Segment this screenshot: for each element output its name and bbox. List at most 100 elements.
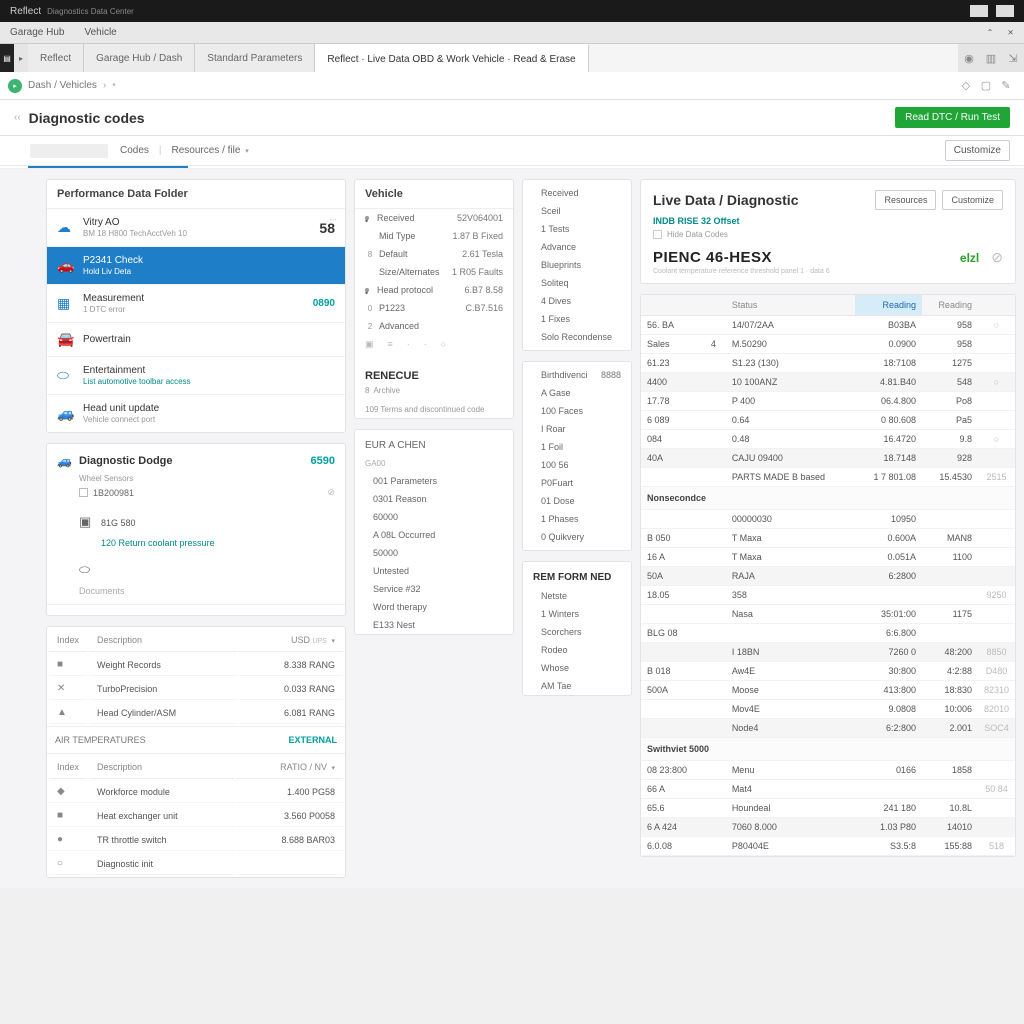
table-row[interactable]: 500AMoose413:80018:83082310 bbox=[641, 681, 1015, 700]
table-row[interactable]: 56. BA14/07/2AAB03BA958○ bbox=[641, 316, 1015, 335]
export-icon[interactable]: ⇲ bbox=[1002, 44, 1024, 72]
window-max-icon[interactable] bbox=[996, 5, 1014, 17]
menu-vehicle[interactable]: Vehicle bbox=[84, 27, 116, 38]
table-row[interactable]: ○Diagnostic init bbox=[49, 853, 343, 875]
list-item[interactable]: 0P1223C.B7.516 bbox=[355, 299, 513, 317]
list-item[interactable]: 2Advanced bbox=[355, 317, 513, 335]
list-item[interactable]: 0301 Reason bbox=[355, 490, 513, 508]
col-head-2[interactable]: Status bbox=[726, 295, 855, 316]
list-item[interactable]: Service #32 bbox=[355, 580, 513, 598]
list-item[interactable]: 50000 bbox=[355, 544, 513, 562]
list-item[interactable]: Untested bbox=[355, 562, 513, 580]
table-row[interactable]: 61.23S1.23 (130)18:71081275 bbox=[641, 354, 1015, 373]
table-row[interactable]: PARTS MADE B based1 7 801.0815.45302515 bbox=[641, 468, 1015, 487]
table-row[interactable]: Node46:2:8002.001SOC4 bbox=[641, 719, 1015, 738]
vehicle-item-5[interactable]: 🚙 Head unit updateVehicle connect port bbox=[47, 395, 345, 432]
circle-icon[interactable]: ○ bbox=[441, 339, 446, 350]
vehicle-item-0[interactable]: ☁ Vitry AOBM 18 H800 TechAcctVeh 10 58 ⋯ bbox=[47, 209, 345, 247]
table-row[interactable]: 17.78P 40006.4.800Po8 bbox=[641, 392, 1015, 411]
close-icon[interactable]: ⨯ bbox=[1007, 28, 1014, 37]
table-row[interactable]: 18.053589250 bbox=[641, 586, 1015, 605]
table-row[interactable]: B 018Aw4E30:8004:2:88D480 bbox=[641, 662, 1015, 681]
table-row[interactable]: ■Heat exchanger unit3.560 P0058 bbox=[49, 805, 343, 827]
search-pill[interactable] bbox=[30, 144, 108, 158]
list-item[interactable]: A 08L Occurred bbox=[355, 526, 513, 544]
list-item[interactable]: 1 Fixes bbox=[523, 310, 631, 328]
table-row[interactable]: Nasa35:01:001175 bbox=[641, 605, 1015, 624]
table-row[interactable]: 6 A 4247060 8.0001.03 P8014010 bbox=[641, 818, 1015, 837]
table-row[interactable]: BLG 086:6.800 bbox=[641, 624, 1015, 643]
vehicle-item-3[interactable]: 🚘 Powertrain bbox=[47, 323, 345, 357]
table-row[interactable]: ▲Head Cylinder/ASM6.081 RANG bbox=[49, 702, 343, 724]
diag-check[interactable]: 1B200981 ⊘ bbox=[79, 487, 335, 498]
list-item[interactable]: AM Tae bbox=[523, 677, 631, 695]
list-item[interactable]: Scorchers bbox=[523, 623, 631, 641]
list-item[interactable]: •Received52V064001 bbox=[355, 209, 513, 227]
list-item[interactable]: 0 Quikvery bbox=[523, 528, 631, 546]
grid-icon[interactable]: ▣ bbox=[365, 339, 374, 350]
list-item[interactable]: 01 Dose bbox=[523, 492, 631, 510]
table-row[interactable]: 6.0.08P80404ES3.5:8155:88518 bbox=[641, 837, 1015, 856]
table-row[interactable]: ✕TurboPrecision0.033 RANG bbox=[49, 678, 343, 700]
list-item[interactable]: 60000 bbox=[355, 508, 513, 526]
kebab-icon[interactable]: ⋯ bbox=[329, 215, 337, 224]
list-item[interactable]: Size/Alternates1 R05 Faults bbox=[355, 263, 513, 281]
edit-icon[interactable]: ✎ bbox=[996, 79, 1016, 92]
list-item[interactable]: 8Default2.61 Tesla bbox=[355, 245, 513, 263]
col-head-0[interactable] bbox=[641, 295, 705, 316]
table-row[interactable]: 0840.4816.47209.8○ bbox=[641, 430, 1015, 449]
list-item[interactable]: 100 56 bbox=[523, 456, 631, 474]
vehicle-item-2[interactable]: ▦ Measurement1 DTC error 0890 bbox=[47, 285, 345, 323]
list-item[interactable]: 100 Faces bbox=[523, 402, 631, 420]
list-item[interactable]: A Gase bbox=[523, 384, 631, 402]
checkbox-icon[interactable] bbox=[79, 488, 88, 497]
col-head-4[interactable]: Reading bbox=[922, 295, 978, 316]
col-head-3[interactable]: Reading bbox=[855, 295, 922, 316]
list-item[interactable]: 1 Phases bbox=[523, 510, 631, 528]
breadcrumb-root[interactable]: Dash / Vehicles bbox=[28, 80, 97, 91]
diag-detail[interactable]: 120 Return coolant pressure bbox=[101, 538, 335, 548]
list-item[interactable]: Received bbox=[523, 184, 631, 202]
col-desc[interactable]: Description bbox=[89, 629, 237, 652]
link-icon[interactable]: ⊘ bbox=[327, 487, 335, 498]
table-row[interactable]: 08 23:800Menu01661858 bbox=[641, 761, 1015, 780]
table-row[interactable]: Mov4E9.080810:00682010 bbox=[641, 700, 1015, 719]
list-item[interactable]: Advance bbox=[523, 238, 631, 256]
table-row[interactable]: 40ACAJU 0940018.7148928 bbox=[641, 449, 1015, 468]
table-row[interactable]: Sales4M.502900.0900958 bbox=[641, 335, 1015, 354]
list-item[interactable]: Solo Recondense bbox=[523, 328, 631, 346]
vehicle-item-4[interactable]: ⬭ EntertainmentList automotive toolbar a… bbox=[47, 357, 345, 395]
table-row[interactable]: 0000003010950 bbox=[641, 510, 1015, 529]
list-item[interactable]: P0Fuart bbox=[523, 474, 631, 492]
table-row[interactable]: I 18BN7260 048:2008850 bbox=[641, 643, 1015, 662]
list-item[interactable]: Sceil bbox=[523, 202, 631, 220]
table-row[interactable]: B 050T Maxa0.600AMAN8 bbox=[641, 529, 1015, 548]
table-row[interactable]: 6 0890.640 80.608Pa5 bbox=[641, 411, 1015, 430]
eye-icon[interactable]: ◉ bbox=[958, 44, 980, 72]
list-item[interactable]: Blueprints bbox=[523, 256, 631, 274]
attach-icon[interactable]: ⊘ bbox=[991, 249, 1003, 266]
list-item[interactable]: 001 Parameters bbox=[355, 472, 513, 490]
col-index[interactable]: Index bbox=[49, 629, 87, 652]
list-item[interactable]: Mid Type1.87 B Fixed bbox=[355, 227, 513, 245]
list-item[interactable]: 1 Foil bbox=[523, 438, 631, 456]
list-item[interactable]: Birthdivenci8888 bbox=[523, 366, 631, 384]
col-head-1[interactable] bbox=[705, 295, 726, 316]
list-item[interactable]: 1 Winters bbox=[523, 605, 631, 623]
list-item[interactable]: •Head protocol6.B7 8.58 bbox=[355, 281, 513, 299]
panel-icon[interactable]: ▢ bbox=[976, 79, 996, 92]
app-icon[interactable]: ▤ bbox=[0, 44, 14, 72]
tab-livedata[interactable]: Reflect · Live Data OBD & Work Vehicle ·… bbox=[315, 44, 588, 72]
filter-codes[interactable]: Codes bbox=[120, 145, 149, 156]
table-row[interactable]: 16 AT Maxa0.051A1100 bbox=[641, 548, 1015, 567]
hide-codes-check[interactable]: Hide Data Codes bbox=[653, 230, 1003, 239]
back-icon[interactable]: ‹‹ bbox=[14, 112, 21, 123]
vehicle-item-1[interactable]: 🚗 P2341 CheckHold Liv Deta bbox=[47, 247, 345, 285]
table-row[interactable]: 50ARAJA6:2800 bbox=[641, 567, 1015, 586]
col-index2[interactable]: Index bbox=[49, 756, 87, 779]
columns-icon[interactable]: ▥ bbox=[980, 44, 1002, 72]
customize-button-2[interactable]: Customize bbox=[942, 190, 1003, 210]
list-item[interactable]: Netste bbox=[523, 587, 631, 605]
tag-icon[interactable]: ◇ bbox=[956, 79, 976, 92]
col-ratio[interactable]: RATIO / NV ▾ bbox=[236, 756, 343, 779]
